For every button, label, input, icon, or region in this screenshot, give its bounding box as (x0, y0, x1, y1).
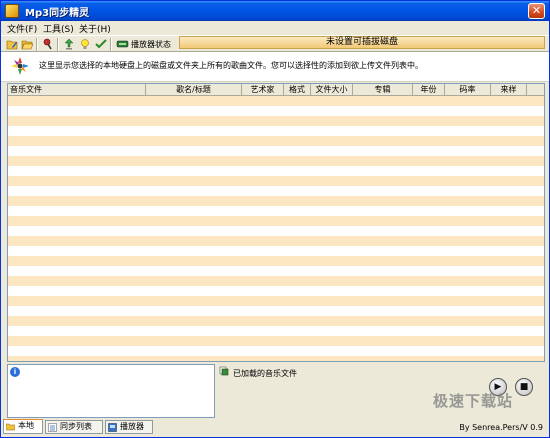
column-header-title[interactable]: 歌名/标题 (146, 84, 242, 96)
table-row[interactable] (8, 236, 544, 246)
file-info-panel: i (7, 364, 215, 418)
table-row[interactable] (8, 156, 544, 166)
column-header-sample[interactable]: 来样 (491, 84, 527, 96)
loaded-files-label: 已加载的音乐文件 (233, 369, 297, 378)
table-row[interactable] (8, 136, 544, 146)
table-row[interactable] (8, 306, 544, 316)
table-row[interactable] (8, 186, 544, 196)
table-row[interactable] (8, 146, 544, 156)
column-header-year[interactable]: 年份 (413, 84, 445, 96)
table-row[interactable] (8, 176, 544, 186)
column-header-size[interactable]: 文件大小 (311, 84, 353, 96)
menu-bar: 文件(F) 工具(S) 关于(H) (1, 21, 549, 35)
table-row[interactable] (8, 246, 544, 256)
table-row[interactable] (8, 336, 544, 346)
tab-player-label: 播放器 (120, 422, 144, 431)
tab-sync-list[interactable]: 同步列表 (45, 420, 103, 434)
table-row[interactable] (8, 126, 544, 136)
table-row[interactable] (8, 356, 544, 361)
table-row[interactable] (8, 316, 544, 326)
table-row[interactable] (8, 116, 544, 126)
player-icon (108, 423, 117, 432)
column-header-format[interactable]: 格式 (284, 84, 311, 96)
table-row[interactable] (8, 226, 544, 236)
info-strip: 这里显示您选择的本地硬盘上的磁盘或文件夹上所有的歌曲文件。您可以选择性的添加到欲… (1, 52, 549, 82)
column-header-artist[interactable]: 艺术家 (242, 84, 284, 96)
table-row[interactable] (8, 216, 544, 226)
menu-about[interactable]: 关于(H) (79, 22, 111, 35)
music-files-icon (219, 366, 229, 376)
column-header-file[interactable]: 音乐文件 (8, 84, 146, 96)
tab-sync-list-label: 同步列表 (60, 422, 92, 431)
music-file-table[interactable]: 音乐文件 歌名/标题 艺术家 格式 文件大小 专辑 年份 码率 来样 (7, 83, 545, 362)
table-body (8, 96, 544, 361)
table-row[interactable] (8, 166, 544, 176)
table-row[interactable] (8, 296, 544, 306)
device-icon[interactable] (116, 38, 129, 50)
menu-tools[interactable]: 工具(S) (43, 22, 74, 35)
stop-button[interactable]: ■ (515, 378, 533, 396)
info-icon: i (10, 367, 20, 377)
bulb-icon[interactable] (79, 38, 91, 50)
watermark: 极速下载站 (433, 392, 514, 410)
sync-list-icon (48, 423, 57, 432)
window-title: Mp3同步精灵 (25, 8, 90, 19)
tab-local[interactable]: 本地 (3, 419, 43, 434)
title-bar[interactable]: Mp3同步精灵 ✕ (1, 1, 549, 21)
table-row[interactable] (8, 96, 544, 106)
menu-file[interactable]: 文件(F) (7, 22, 37, 35)
toolbar-separator (36, 38, 38, 51)
table-row[interactable] (8, 266, 544, 276)
table-header: 音乐文件 歌名/标题 艺术家 格式 文件大小 专辑 年份 码率 来样 (8, 84, 544, 96)
app-window: Mp3同步精灵 ✕ 文件(F) 工具(S) 关于(H) 播放器状态 未设置可插拔… (0, 0, 550, 438)
folder-open-icon[interactable] (21, 38, 33, 50)
column-header-bitrate[interactable]: 码率 (445, 84, 491, 96)
table-row[interactable] (8, 276, 544, 286)
close-button[interactable]: ✕ (528, 3, 545, 19)
app-icon (5, 4, 19, 18)
upload-icon[interactable] (63, 38, 75, 50)
device-status-display[interactable]: 未设置可插拔磁盘 (179, 36, 545, 49)
folder-icon (6, 423, 15, 431)
stop-icon: ■ (519, 382, 529, 392)
table-row[interactable] (8, 326, 544, 336)
info-text: 这里显示您选择的本地硬盘上的磁盘或文件夹上所有的歌曲文件。您可以选择性的添加到欲… (39, 61, 423, 70)
column-header-album[interactable]: 专辑 (353, 84, 413, 96)
check-icon[interactable] (95, 38, 107, 50)
table-row[interactable] (8, 346, 544, 356)
toolbar-separator (110, 38, 112, 51)
table-row[interactable] (8, 256, 544, 266)
table-row[interactable] (8, 106, 544, 116)
music-logo-icon (11, 57, 29, 75)
table-row[interactable] (8, 196, 544, 206)
tab-local-label: 本地 (18, 421, 34, 430)
toolbar-separator (57, 38, 59, 51)
table-row[interactable] (8, 286, 544, 296)
device-status-label: 播放器状态 (131, 40, 171, 49)
folder-edit-icon[interactable] (6, 38, 18, 50)
tab-player[interactable]: 播放器 (105, 420, 153, 434)
version-label: By Senrea.Pers/V 0.9 (459, 423, 543, 432)
table-row[interactable] (8, 206, 544, 216)
search-device-icon[interactable] (42, 38, 54, 50)
